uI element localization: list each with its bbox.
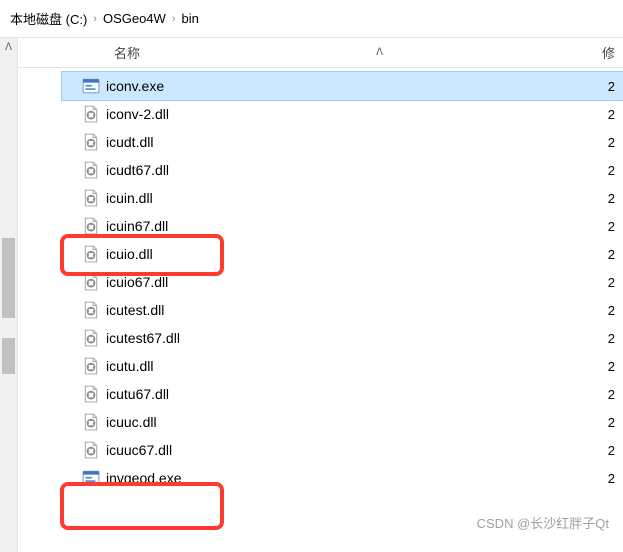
- dll-file-icon: [82, 245, 100, 263]
- file-date-label: 2: [608, 303, 615, 318]
- file-name-label: invgeod.exe: [106, 470, 182, 486]
- breadcrumb-part[interactable]: 本地磁盘 (C:): [10, 9, 87, 28]
- dll-file-icon: [82, 413, 100, 431]
- file-date-label: 2: [608, 387, 615, 402]
- breadcrumb[interactable]: 本地磁盘 (C:) › OSGeo4W › bin: [0, 0, 623, 38]
- dll-file-icon: [82, 301, 100, 319]
- file-row[interactable]: invgeod.exe 2: [18, 464, 623, 492]
- dll-file-icon: [82, 273, 100, 291]
- file-name-label: icuio.dll: [106, 246, 153, 262]
- dll-file-icon: [82, 217, 100, 235]
- exe-file-icon: [82, 469, 100, 487]
- file-date-label: 2: [608, 247, 615, 262]
- file-date-label: 2: [608, 163, 615, 178]
- file-date-label: 2: [608, 79, 615, 94]
- file-date-label: 2: [608, 359, 615, 374]
- file-name-label: iconv.exe: [106, 78, 164, 94]
- file-date-label: 2: [608, 219, 615, 234]
- file-row[interactable]: icuio.dll 2: [18, 240, 623, 268]
- file-name-label: icuio67.dll: [106, 274, 168, 290]
- breadcrumb-part[interactable]: bin: [181, 11, 198, 26]
- file-row[interactable]: icuuc.dll 2: [18, 408, 623, 436]
- file-name-label: icudt67.dll: [106, 162, 169, 178]
- file-row[interactable]: icudt67.dll 2: [18, 156, 623, 184]
- file-list: iconv.exe2iconv-2.dll2icudt.dll2icudt67.…: [18, 68, 623, 492]
- file-row[interactable]: icuin67.dll 2: [18, 212, 623, 240]
- breadcrumb-part[interactable]: OSGeo4W: [103, 11, 166, 26]
- file-row[interactable]: iconv.exe 2: [62, 72, 623, 100]
- file-name-label: icuuc67.dll: [106, 442, 172, 458]
- scroll-thumb[interactable]: [2, 338, 15, 374]
- file-name-label: icuin67.dll: [106, 218, 168, 234]
- file-name-label: icutu.dll: [106, 358, 153, 374]
- file-name-label: icuuc.dll: [106, 414, 157, 430]
- dll-file-icon: [82, 189, 100, 207]
- file-name-label: icutest67.dll: [106, 330, 180, 346]
- dll-file-icon: [82, 133, 100, 151]
- file-date-label: 2: [608, 135, 615, 150]
- file-name-label: icutu67.dll: [106, 386, 169, 402]
- file-row[interactable]: icutu67.dll 2: [18, 380, 623, 408]
- file-date-label: 2: [608, 107, 615, 122]
- dll-file-icon: [82, 161, 100, 179]
- file-row[interactable]: icutu.dll 2: [18, 352, 623, 380]
- column-modified-header[interactable]: 修: [602, 43, 615, 62]
- file-name-label: icutest.dll: [106, 302, 164, 318]
- file-row[interactable]: icuuc67.dll 2: [18, 436, 623, 464]
- file-row[interactable]: icudt.dll 2: [18, 128, 623, 156]
- dll-file-icon: [82, 357, 100, 375]
- file-date-label: 2: [608, 191, 615, 206]
- file-row[interactable]: icuin.dll 2: [18, 184, 623, 212]
- file-row[interactable]: icutest67.dll 2: [18, 324, 623, 352]
- dll-file-icon: [82, 105, 100, 123]
- scroll-thumb[interactable]: [2, 238, 15, 318]
- column-name-header[interactable]: 名称: [114, 43, 140, 62]
- sort-indicator-icon: ᐱ: [376, 47, 383, 58]
- file-name-label: icudt.dll: [106, 134, 153, 150]
- scroll-up-icon[interactable]: ᐱ: [0, 38, 17, 56]
- file-row[interactable]: iconv-2.dll 2: [18, 100, 623, 128]
- file-list-pane: 名称 ᐱ 修 iconv.exe2iconv-2.dll2icudt.dll2i…: [18, 38, 623, 552]
- file-name-label: iconv-2.dll: [106, 106, 169, 122]
- file-date-label: 2: [608, 443, 615, 458]
- file-date-label: 2: [608, 415, 615, 430]
- file-date-label: 2: [608, 331, 615, 346]
- chevron-right-icon: ›: [93, 13, 97, 25]
- column-headers: 名称 ᐱ 修: [18, 38, 623, 68]
- exe-file-icon: [82, 77, 100, 95]
- dll-file-icon: [82, 329, 100, 347]
- dll-file-icon: [82, 441, 100, 459]
- file-date-label: 2: [608, 275, 615, 290]
- file-row[interactable]: icutest.dll 2: [18, 296, 623, 324]
- file-name-label: icuin.dll: [106, 190, 153, 206]
- chevron-right-icon: ›: [172, 13, 176, 25]
- vertical-scrollbar[interactable]: ᐱ: [0, 38, 18, 552]
- dll-file-icon: [82, 385, 100, 403]
- file-row[interactable]: icuio67.dll 2: [18, 268, 623, 296]
- file-date-label: 2: [608, 471, 615, 486]
